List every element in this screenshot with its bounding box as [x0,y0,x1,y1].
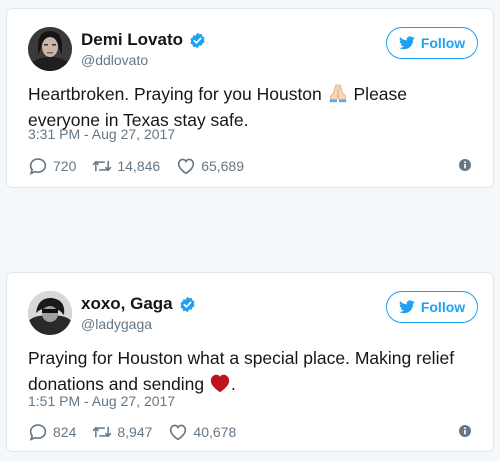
like-count: 65,689 [201,158,245,174]
handle[interactable]: @ladygaga [81,316,152,332]
retweet-icon [93,426,112,438]
timestamp[interactable]: 3:31 PM - Aug 27, 2017 [28,126,175,142]
reply-icon [29,424,47,441]
like-button[interactable]: 65,689 [176,157,244,175]
retweet-button[interactable]: 8,947 [92,423,152,441]
tweet-card: Demi Lovato @ddlovato Follow Heartbroken… [6,8,494,188]
folded-hands-icon [327,82,349,104]
red-heart-icon [209,372,231,394]
heart-icon [178,158,195,175]
like-count: 40,678 [193,424,237,440]
avatar[interactable] [28,27,72,71]
tweet-text: Praying for Houston what a special place… [28,345,478,397]
avatar-image [28,27,72,71]
tweet-text-part: . [230,374,236,394]
retweet-count: 14,846 [117,158,161,174]
reply-button[interactable]: 720 [28,157,76,175]
verified-badge-icon [189,32,206,49]
tweet-card: xoxo, Gaga @ladygaga Follow Praying for … [6,272,494,452]
timestamp[interactable]: 1:51 PM - Aug 27, 2017 [28,393,175,409]
twitter-bird-icon [398,36,415,50]
avatar-image [28,291,72,335]
avatar[interactable] [28,291,72,335]
display-name[interactable]: xoxo, Gaga [81,294,173,314]
handle[interactable]: @ddlovato [81,52,148,68]
like-button[interactable]: 40,678 [168,423,236,441]
follow-label: Follow [420,35,466,51]
display-name[interactable]: Demi Lovato [81,30,183,50]
follow-button[interactable]: Follow [386,27,478,59]
retweet-button[interactable]: 14,846 [92,157,160,175]
follow-button[interactable]: Follow [386,291,478,323]
follow-label: Follow [420,299,466,315]
action-bar: 720 14,846 65,689 [28,157,260,175]
info-icon[interactable] [459,425,471,437]
reply-button[interactable]: 824 [28,423,76,441]
action-bar: 824 8,947 40,678 [28,423,252,441]
heart-icon [170,424,187,441]
twitter-bird-icon [398,300,415,314]
reply-icon [29,158,47,175]
reply-count: 824 [53,424,77,440]
retweet-icon [93,160,112,172]
tweet-text-part: Heartbroken. Praying for you Houston [28,84,327,104]
retweet-count: 8,947 [117,424,153,440]
tweet-text-part: Praying for Houston what a special place… [28,348,455,394]
verified-badge-icon [179,296,196,313]
info-icon[interactable] [459,159,471,171]
reply-count: 720 [53,158,77,174]
